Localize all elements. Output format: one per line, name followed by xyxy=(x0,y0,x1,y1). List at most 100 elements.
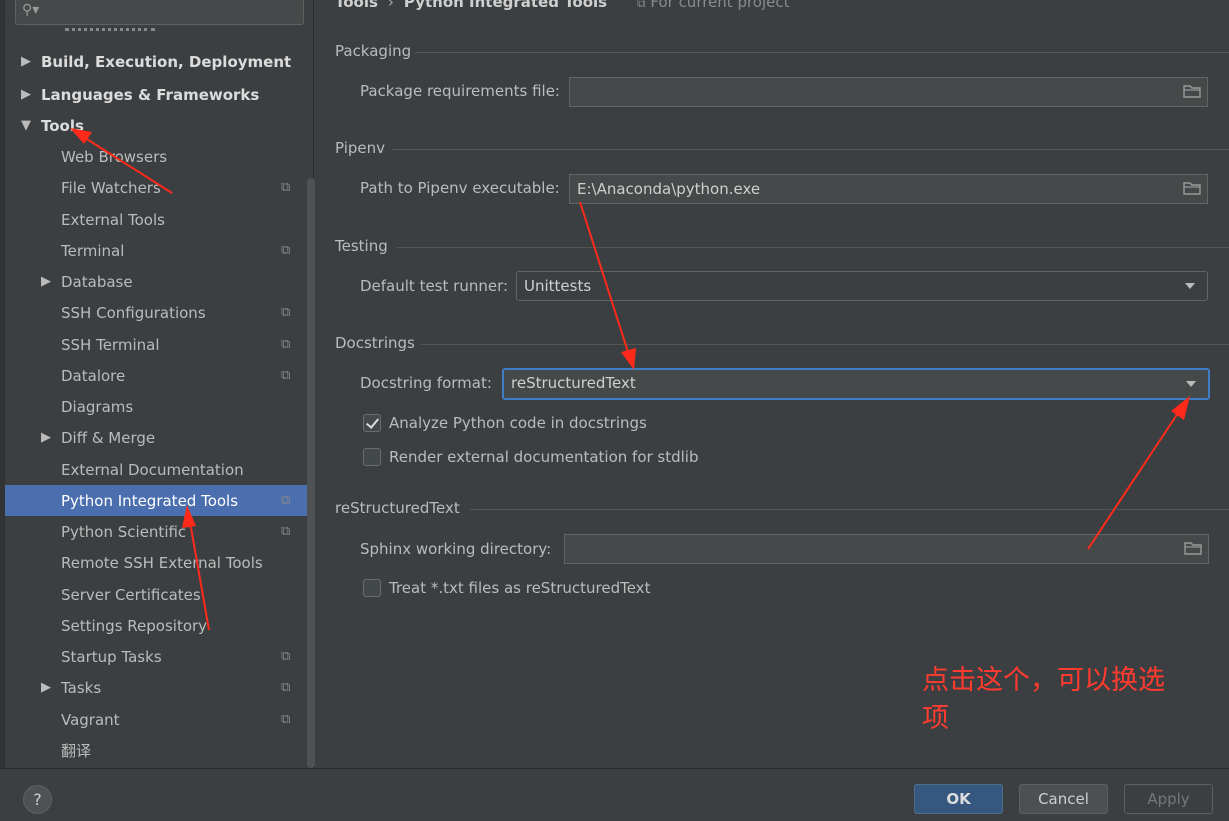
sidebar-item-label: Web Browsers xyxy=(61,147,168,166)
sidebar-item-external-tools[interactable]: External Tools xyxy=(5,204,305,235)
checkbox-unchecked-icon[interactable] xyxy=(363,579,381,597)
docstrings-divider xyxy=(421,344,1229,345)
checkbox-unchecked-icon[interactable] xyxy=(363,448,381,466)
sidebar-item-label: External Tools xyxy=(61,210,165,229)
sidebar-item-label: Tasks xyxy=(61,678,102,697)
sidebar-item-terminal[interactable]: Terminal ⧉ xyxy=(5,235,305,266)
sidebar-item-label: Database xyxy=(61,272,133,291)
expand-right-icon[interactable]: ▶ xyxy=(41,430,55,445)
dialog-footer: ? OK Cancel Apply xyxy=(0,768,1229,821)
sidebar-item-tools[interactable]: ▼ Tools xyxy=(5,110,305,141)
breadcrumb-parent[interactable]: Tools xyxy=(335,0,378,11)
sidebar-item-datalore[interactable]: Datalore ⧉ xyxy=(5,360,305,391)
settings-sidebar: ⚲▾ ▶ Build, Execution, Deployment ▶ Languag… xyxy=(5,0,315,768)
sidebar-item-label: Vagrant xyxy=(61,710,120,729)
analyze-docstrings-checkbox[interactable]: Analyze Python code in docstrings xyxy=(363,414,647,432)
clipped-item-fragment xyxy=(65,28,155,36)
sidebar-item-vagrant[interactable]: Vagrant ⧉ xyxy=(5,704,305,735)
sidebar-item-label: File Watchers xyxy=(61,178,161,197)
render-stdlib-docs-label: Render external documentation for stdlib xyxy=(389,448,699,466)
sidebar-item-item-22[interactable]: 翻译 xyxy=(5,735,305,766)
project-scope-icon: ⧉ xyxy=(281,180,291,195)
project-scope-icon: ⧉ xyxy=(281,649,291,664)
sidebar-scrollbar[interactable] xyxy=(307,178,315,768)
sidebar-item-label: SSH Configurations xyxy=(61,303,206,322)
cancel-button[interactable]: Cancel xyxy=(1019,784,1108,814)
ok-button[interactable]: OK xyxy=(914,784,1003,814)
search-icon: ⚲▾ xyxy=(22,2,40,18)
folder-browse-icon[interactable] xyxy=(1184,541,1202,555)
project-scope-label: For current project xyxy=(650,0,790,11)
docstring-format-dropdown[interactable]: reStructuredText xyxy=(502,368,1210,400)
sidebar-item-label: External Documentation xyxy=(61,460,244,479)
sidebar-item-python-scientific[interactable]: Python Scientific ⧉ xyxy=(5,516,305,547)
sidebar-item-label: Terminal xyxy=(61,241,125,260)
sidebar-item-settings-repository[interactable]: Settings Repository xyxy=(5,610,305,641)
sidebar-item-label: Python Scientific xyxy=(61,522,187,541)
apply-button[interactable]: Apply xyxy=(1124,784,1213,814)
help-button[interactable]: ? xyxy=(23,785,52,814)
expand-down-icon[interactable]: ▼ xyxy=(21,118,35,133)
rest-section-title: reStructuredText xyxy=(335,499,460,517)
sidebar-item-diff-merge[interactable]: ▶ Diff & Merge xyxy=(5,422,305,453)
settings-search-input[interactable]: ⚲▾ xyxy=(15,0,304,25)
project-scope-icon: ⧉ xyxy=(281,368,291,383)
pipenv-path-field[interactable]: E:\Anaconda\python.exe xyxy=(569,174,1208,204)
sidebar-item-languages-frameworks[interactable]: ▶ Languages & Frameworks xyxy=(5,79,305,110)
sidebar-item-python-integrated-tools[interactable]: Python Integrated Tools ⧉ xyxy=(5,485,314,516)
project-scope-icon: ⧉ xyxy=(637,0,646,10)
sidebar-item-label: Diff & Merge xyxy=(61,428,156,447)
test-runner-label: Default test runner: xyxy=(360,277,509,295)
checkbox-checked-icon[interactable] xyxy=(363,414,381,432)
docstrings-section-title: Docstrings xyxy=(335,334,415,352)
expand-right-icon[interactable]: ▶ xyxy=(41,274,55,289)
sidebar-item-server-certificates[interactable]: Server Certificates xyxy=(5,579,305,610)
test-runner-value: Unittests xyxy=(524,277,592,295)
project-scope-icon: ⧉ xyxy=(281,493,291,508)
expand-right-icon[interactable]: ▶ xyxy=(21,54,35,69)
pipenv-section-title: Pipenv xyxy=(335,139,386,157)
sidebar-item-label: Languages & Frameworks xyxy=(41,85,260,104)
analyze-docstrings-label: Analyze Python code in docstrings xyxy=(389,414,647,432)
sidebar-item-build-execution-deployment[interactable]: ▶ Build, Execution, Deployment xyxy=(5,46,305,77)
sidebar-item-startup-tasks[interactable]: Startup Tasks ⧉ xyxy=(5,641,305,672)
sidebar-item-label: 翻译 xyxy=(61,742,92,760)
treat-txt-as-rest-checkbox[interactable]: Treat *.txt files as reStructuredText xyxy=(363,579,650,597)
sidebar-item-tasks[interactable]: ▶ Tasks ⧉ xyxy=(5,672,305,703)
sidebar-item-web-browsers[interactable]: Web Browsers xyxy=(5,141,305,172)
packaging-section-title: Packaging xyxy=(335,42,412,60)
testing-section-title: Testing xyxy=(335,237,388,255)
sidebar-item-label: Startup Tasks xyxy=(61,647,162,666)
pipenv-path-value: E:\Anaconda\python.exe xyxy=(577,180,761,198)
sidebar-item-label: Diagrams xyxy=(61,397,134,416)
sidebar-item-ssh-configurations[interactable]: SSH Configurations ⧉ xyxy=(5,297,305,328)
sidebar-item-remote-ssh-external-tools[interactable]: Remote SSH External Tools xyxy=(5,547,305,578)
pipenv-path-label: Path to Pipenv executable: xyxy=(360,179,560,197)
sidebar-item-label: Settings Repository xyxy=(61,616,208,635)
rest-divider xyxy=(470,509,1229,510)
sidebar-item-label: Server Certificates xyxy=(61,585,201,604)
project-scope-icon: ⧉ xyxy=(281,524,291,539)
sidebar-item-label: Tools xyxy=(41,116,84,135)
chevron-down-icon xyxy=(1186,381,1196,387)
sidebar-item-label: Build, Execution, Deployment xyxy=(41,52,292,71)
requirements-file-field[interactable] xyxy=(569,77,1208,107)
sidebar-item-diagrams[interactable]: Diagrams xyxy=(5,391,305,422)
sidebar-item-database[interactable]: ▶ Database xyxy=(5,266,305,297)
sphinx-dir-label: Sphinx working directory: xyxy=(360,540,552,558)
render-stdlib-docs-checkbox[interactable]: Render external documentation for stdlib xyxy=(363,448,699,466)
sphinx-dir-field[interactable] xyxy=(564,534,1209,564)
sidebar-item-external-documentation[interactable]: External Documentation xyxy=(5,454,305,485)
docstring-format-label: Docstring format: xyxy=(360,374,492,392)
sidebar-item-file-watchers[interactable]: File Watchers ⧉ xyxy=(5,172,305,203)
folder-browse-icon[interactable] xyxy=(1183,181,1201,195)
sidebar-item-ssh-terminal[interactable]: SSH Terminal ⧉ xyxy=(5,329,305,360)
expand-right-icon[interactable]: ▶ xyxy=(21,87,35,102)
test-runner-dropdown[interactable]: Unittests xyxy=(516,271,1208,301)
sidebar-item-label: SSH Terminal xyxy=(61,335,160,354)
folder-browse-icon[interactable] xyxy=(1183,84,1201,98)
packaging-divider xyxy=(415,52,1229,53)
sidebar-item-label: Python Integrated Tools xyxy=(61,491,239,510)
expand-right-icon[interactable]: ▶ xyxy=(41,680,55,695)
breadcrumb-separator: › xyxy=(387,0,394,11)
